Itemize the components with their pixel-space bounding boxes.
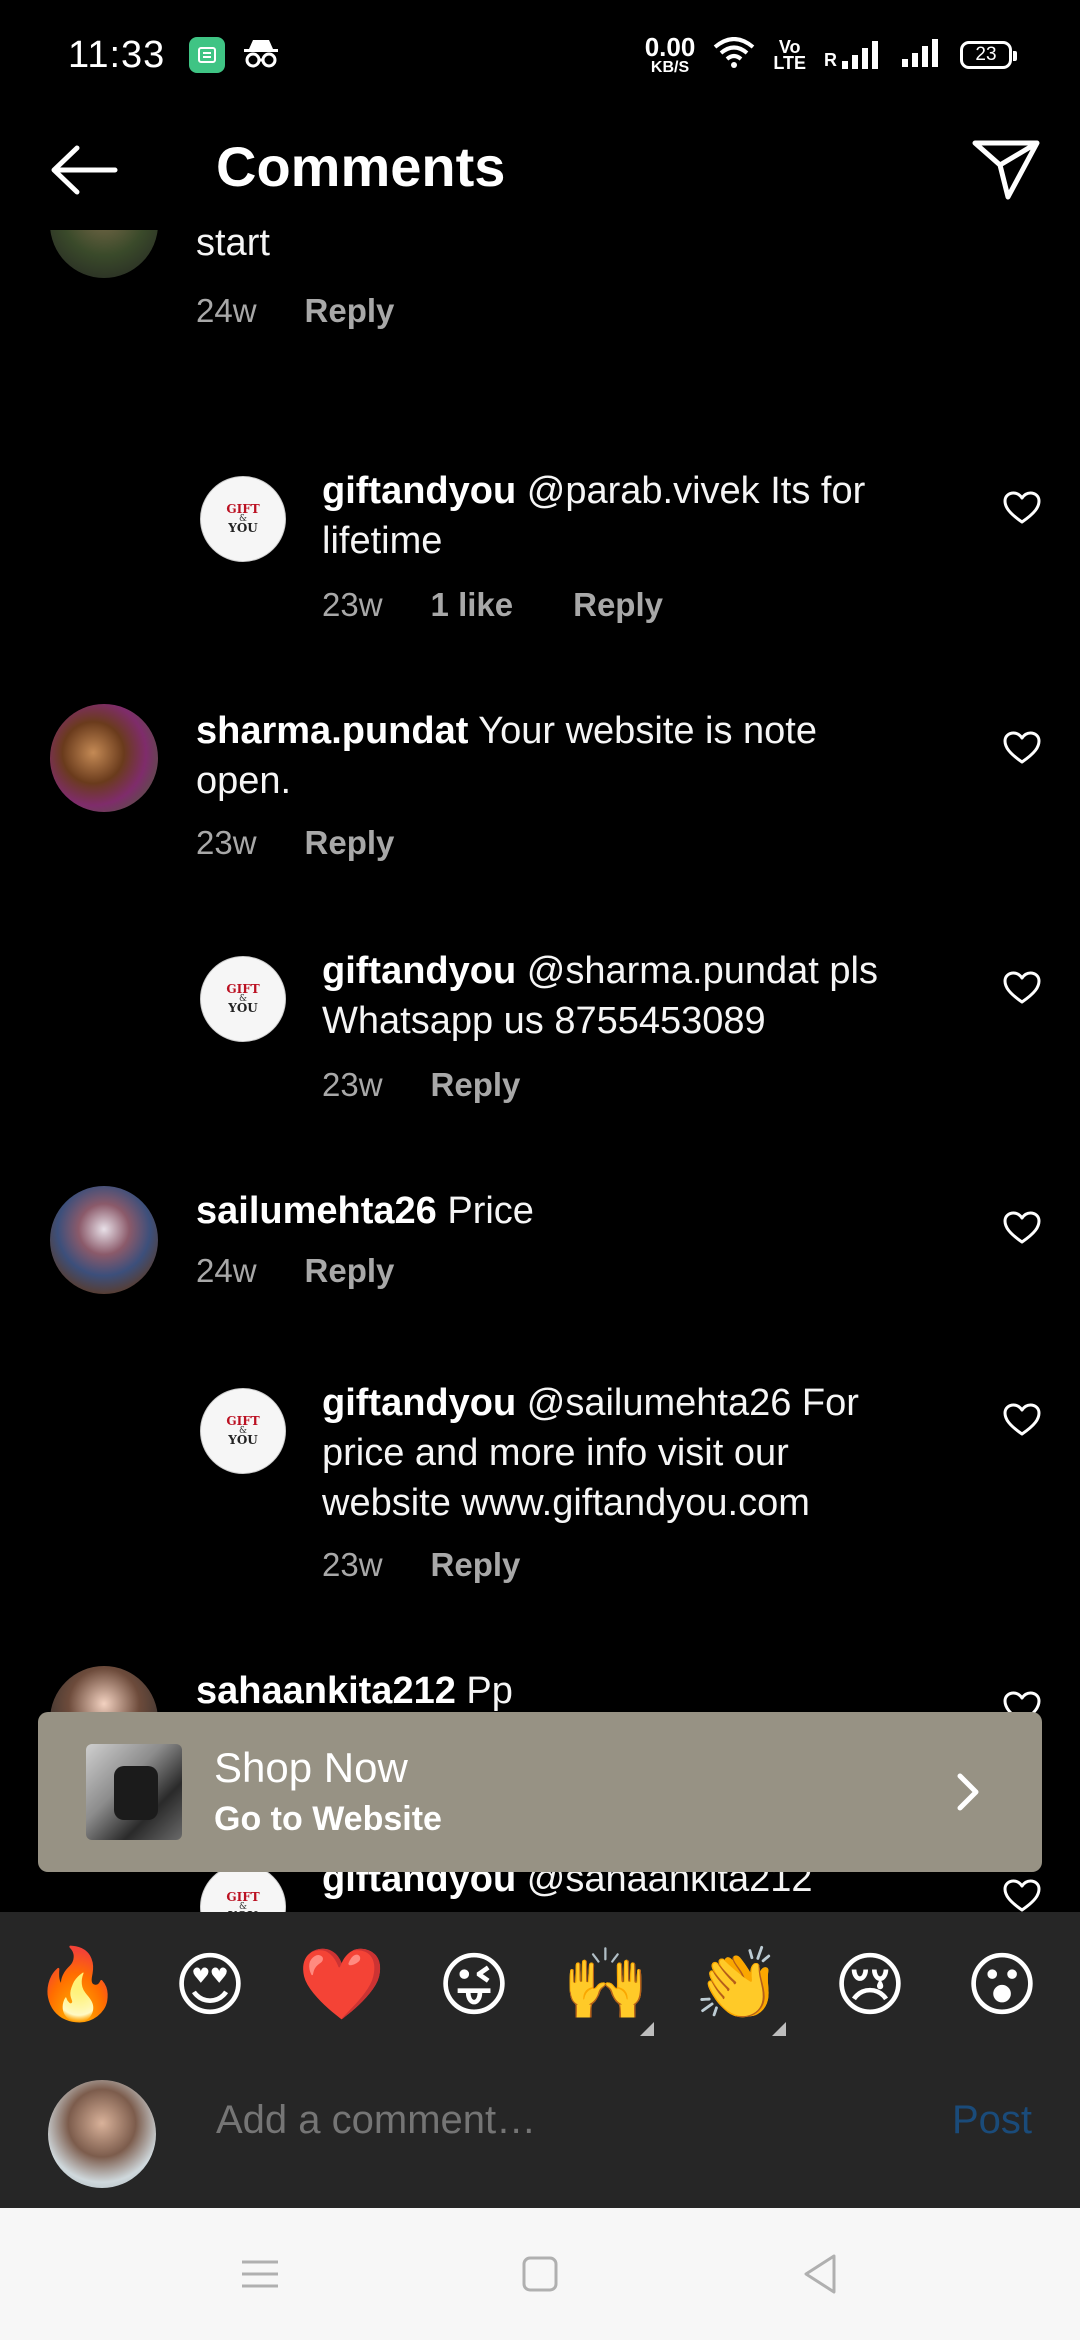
comment-composer: Post [0, 2058, 1080, 2208]
home-square-icon [522, 2256, 558, 2292]
emoji-fire[interactable]: 🔥 [28, 1944, 128, 2026]
reply-button[interactable]: Reply [431, 1066, 521, 1104]
comment-input[interactable] [216, 2098, 916, 2143]
system-navbar [0, 2208, 1080, 2340]
likes-count[interactable]: 1 like [431, 586, 514, 624]
back-button[interactable] [44, 138, 124, 202]
home-nav-button[interactable] [510, 2244, 570, 2304]
like-button[interactable] [1000, 1398, 1044, 1442]
heart-outline-icon [1003, 971, 1041, 1004]
app-notification-icon [189, 37, 226, 73]
comment-time: 23w [196, 824, 257, 861]
arrow-left-icon [51, 145, 118, 195]
status-time: 11:33 [68, 33, 166, 76]
comment-username[interactable]: sailumehta26 [196, 1190, 437, 1232]
menu-nav-button[interactable] [230, 2244, 290, 2304]
paper-plane-icon [972, 140, 1040, 200]
avatar[interactable] [50, 704, 158, 812]
reply-button[interactable]: Reply [573, 586, 663, 624]
product-thumbnail [86, 1744, 182, 1840]
incognito-icon [241, 37, 281, 74]
emoji-raised-hands[interactable]: 🙌 [556, 1944, 656, 2036]
emoji-clapping-hands[interactable]: 👏 [688, 1944, 788, 2036]
comment-time: 23w [322, 1546, 383, 1583]
like-button[interactable] [1000, 486, 1044, 530]
volte-indicator: Vo LTE [773, 36, 806, 73]
shop-now-banner[interactable]: Shop Now Go to Website [38, 1712, 1042, 1872]
reply-button[interactable]: Reply [305, 292, 395, 330]
share-button[interactable] [968, 134, 1044, 206]
avatar[interactable] [50, 1186, 158, 1294]
menu-icon [242, 2260, 278, 2288]
comment-time: 23w [322, 1066, 383, 1103]
emoji-red-heart[interactable]: ❤️ [292, 1944, 392, 2026]
signal-icon: R [824, 39, 882, 71]
page-title: Comments [216, 135, 506, 198]
battery-icon: 23 [960, 41, 1017, 69]
avatar[interactable] [50, 230, 158, 278]
comments-list[interactable]: whenever we fille up hot water magic wil… [0, 230, 1080, 1912]
heart-outline-icon [1003, 1879, 1041, 1912]
emoji-bar: 🔥 😍 ❤️ 😜 🙌 👏 😢 😮 [0, 1912, 1080, 2058]
like-button[interactable] [1000, 1206, 1044, 1250]
comment-text: whenever we fille up hot water magic wil… [196, 230, 270, 264]
like-button[interactable] [1000, 726, 1044, 770]
like-button[interactable] [1000, 1874, 1044, 1912]
status-bar: 11:33 0.00 KB/S Vo LTE R 23 [0, 0, 1080, 110]
emoji-heart-eyes[interactable]: 😍 [160, 1944, 260, 2026]
avatar[interactable]: GIFT & YOU [200, 956, 286, 1042]
shop-subtitle: Go to Website [214, 1800, 442, 1838]
avatar[interactable]: GIFT & YOU [200, 1388, 286, 1474]
signal-icon-2 [900, 37, 942, 74]
shop-title: Shop Now [214, 1744, 408, 1791]
emoji-winking-tongue[interactable]: 😜 [424, 1944, 524, 2026]
reply-button[interactable]: Reply [431, 1546, 521, 1584]
comment-username[interactable]: sharma.pundat [196, 710, 468, 752]
comment-username[interactable]: giftandyou [322, 950, 516, 992]
chevron-right-icon [944, 1768, 992, 1816]
comment-text: Price [447, 1190, 534, 1232]
wifi-icon [713, 36, 755, 74]
comment-username[interactable]: sahaankita212 [196, 1670, 456, 1712]
heart-outline-icon [1003, 731, 1041, 764]
comment-username[interactable]: giftandyou [322, 1382, 516, 1424]
header: Comments [0, 110, 1080, 230]
heart-outline-icon [1003, 1403, 1041, 1436]
comment-time: 24w [196, 292, 257, 329]
back-nav-button[interactable] [790, 2244, 850, 2304]
reply-button[interactable]: Reply [305, 1252, 395, 1290]
post-button[interactable]: Post [952, 2098, 1032, 2143]
my-avatar [48, 2080, 156, 2188]
heart-outline-icon [1003, 1211, 1041, 1244]
back-triangle-icon [804, 2254, 836, 2294]
emoji-crying[interactable]: 😢 [820, 1944, 920, 2026]
comment-time: 23w [322, 586, 383, 623]
comment-username[interactable]: giftandyou [322, 470, 516, 512]
reply-button[interactable]: Reply [305, 824, 395, 862]
network-speed: 0.00 KB/S [644, 32, 696, 76]
comment-time: 24w [196, 1252, 257, 1289]
comment-text: Pp [466, 1670, 513, 1712]
emoji-surprised[interactable]: 😮 [952, 1944, 1052, 2026]
like-button[interactable] [1000, 966, 1044, 1010]
avatar[interactable]: GIFT & YOU [200, 476, 286, 562]
heart-outline-icon [1003, 491, 1041, 524]
